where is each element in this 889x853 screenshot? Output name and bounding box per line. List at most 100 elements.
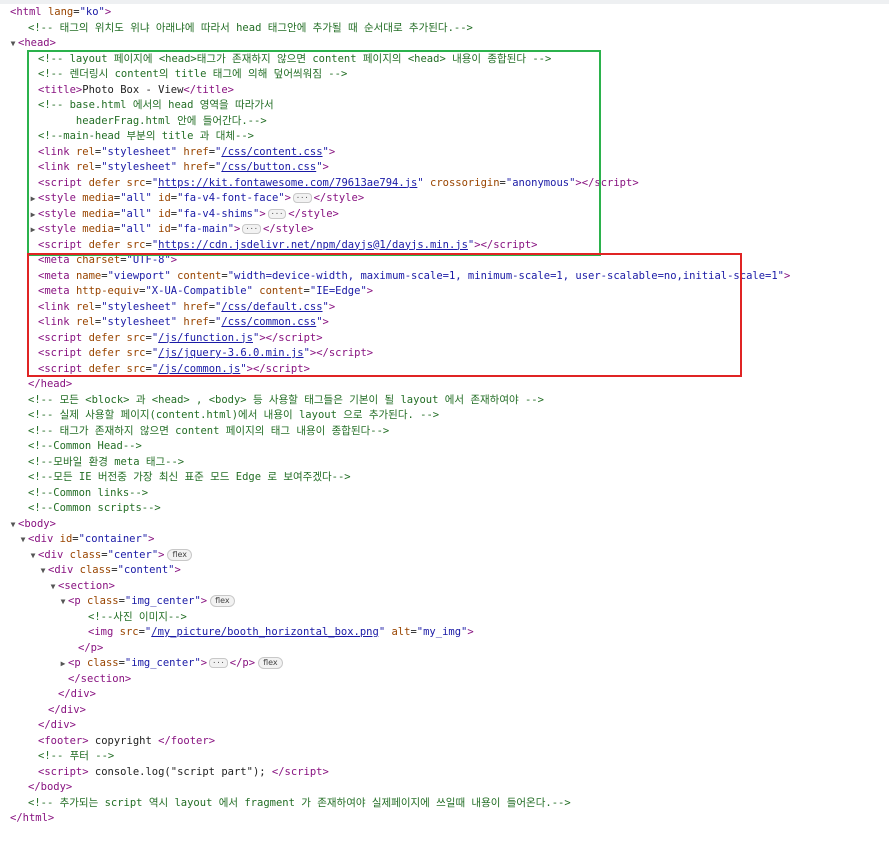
expand-arrow-icon[interactable]: ▼ — [58, 594, 68, 610]
dom-node-text: <script defer src="https://cdn.jsdelivr.… — [38, 238, 538, 251]
dom-node-text: <!-- 푸터 --> — [38, 750, 115, 762]
dom-tree-line[interactable]: <!--Common links--> — [0, 486, 889, 502]
expand-arrow-icon[interactable]: ▼ — [28, 548, 38, 564]
dom-node-text: </html> — [10, 812, 55, 824]
dom-node-text: <!--main-head 부분의 title 과 대체--> — [38, 130, 254, 142]
dom-tree-line[interactable]: <script> console.log("script part"); </s… — [0, 765, 889, 781]
dom-node-text: <!-- 실제 사용할 페이지(content.html)에서 내용이 layo… — [28, 409, 440, 421]
dom-tree-line[interactable]: <!--Common Head--> — [0, 439, 889, 455]
dom-tree-line[interactable]: <!-- 푸터 --> — [0, 749, 889, 765]
dom-tree-line[interactable]: <script defer src="https://kit.fontaweso… — [0, 176, 889, 192]
dom-tree-line[interactable]: <!-- 모든 <block> 과 <head> , <body> 등 사용할 … — [0, 393, 889, 409]
dom-tree-line[interactable]: ▼ <section> — [0, 579, 889, 595]
dom-tree-line[interactable]: </div> — [0, 703, 889, 719]
dom-tree-line[interactable]: ▶ <style media="all" id="fa-main"> ··· </st… — [0, 222, 889, 238]
dom-tree-line[interactable]: <script defer src="/js/jquery-3.6.0.min.… — [0, 346, 889, 362]
dom-tree-line[interactable]: <img src="/my_picture/booth_horizontal_b… — [0, 625, 889, 641]
dom-node-text: <p class="img_center"> flex — [68, 595, 235, 607]
collapse-arrow-icon[interactable]: ▶ — [28, 191, 38, 207]
dom-node-text: <script defer src="/js/function.js"></sc… — [38, 331, 323, 344]
dom-tree-line[interactable]: <link rel="stylesheet" href="/css/defaul… — [0, 300, 889, 316]
dom-node-text: <head> — [18, 37, 56, 49]
dom-tree-line[interactable]: </html> — [0, 811, 889, 827]
collapse-arrow-icon[interactable]: ▶ — [28, 222, 38, 238]
dom-tree-line[interactable]: ▼ <p class="img_center"> flex — [0, 594, 889, 610]
dom-tree-line[interactable]: ▶ <style media="all" id="fa-v4-font-face"… — [0, 191, 889, 207]
collapse-arrow-icon[interactable]: ▶ — [58, 656, 68, 672]
dom-node-text: </body> — [28, 781, 73, 793]
dom-tree-line[interactable]: ▶ <style media="all" id="fa-v4-shims"> ···… — [0, 207, 889, 223]
dom-tree-line[interactable]: <meta charset="UTF-8"> — [0, 253, 889, 269]
dom-tree-line[interactable]: </head> — [0, 377, 889, 393]
dom-tree-line[interactable]: </p> — [0, 641, 889, 657]
dom-tree-line[interactable]: <html lang="ko"> — [0, 5, 889, 21]
dom-node-text: <style media="all" id="fa-main"> ··· </sty… — [38, 223, 314, 235]
dom-tree-line[interactable]: <script defer src="/js/common.js"></scri… — [0, 362, 889, 378]
expand-arrow-icon[interactable]: ▼ — [48, 579, 58, 595]
dom-tree-line[interactable]: <link rel="stylesheet" href="/css/common… — [0, 315, 889, 331]
dom-node-text: </div> — [58, 688, 96, 700]
dom-tree-line[interactable]: ▼ <div class="content"> — [0, 563, 889, 579]
dom-node-text: <script defer src="/js/common.js"></scri… — [38, 362, 310, 375]
dom-tree-line[interactable]: <link rel="stylesheet" href="/css/button… — [0, 160, 889, 176]
dom-tree-line[interactable]: <meta name="viewport" content="width=dev… — [0, 269, 889, 285]
dom-tree-line[interactable]: <title>Photo Box - View</title> — [0, 83, 889, 99]
dom-node-text: <div class="center"> flex — [38, 548, 193, 561]
expand-arrow-icon[interactable]: ▼ — [18, 532, 28, 548]
dom-tree-line[interactable]: <!-- 추가되는 script 역시 layout 에서 fragment 가… — [0, 796, 889, 812]
dom-tree-line[interactable]: <!-- 렌더링시 content의 title 태그에 의해 덮어씌워짐 --… — [0, 67, 889, 83]
expand-arrow-icon[interactable]: ▼ — [8, 517, 18, 533]
dom-tree-line[interactable]: ▶ <p class="img_center"> ··· </p> flex — [0, 656, 889, 672]
dom-node-text: <body> — [18, 517, 56, 530]
dom-tree-line[interactable]: <!-- base.html 에서의 head 영역을 따라가서 — [0, 98, 889, 114]
dom-tree-line[interactable]: </div> — [0, 687, 889, 703]
dom-node-text: <html lang="ko"> — [10, 6, 112, 18]
dom-tree-line[interactable]: <!-- layout 페이지에 <head>태그가 존재하지 않으면 cont… — [0, 52, 889, 68]
dom-node-text: <!--모바일 환경 meta 태그--> — [28, 455, 185, 468]
dom-tree-line[interactable]: <meta http-equiv="X-UA-Compatible" conte… — [0, 284, 889, 300]
dom-node-text: <link rel="stylesheet" href="/css/defaul… — [38, 300, 336, 313]
dom-node-text: <!--Common Head--> — [28, 440, 142, 452]
dom-node-text: <!--사진 이미지--> — [88, 610, 187, 623]
dom-node-text: <!-- 추가되는 script 역시 layout 에서 fragment 가… — [28, 796, 571, 809]
dom-node-text: <div class="content"> — [48, 564, 181, 576]
dom-node-text: headerFrag.html 안에 들어간다.--> — [38, 114, 267, 127]
dom-node-text: <!--Common scripts--> — [28, 502, 161, 514]
dom-node-text: <style media="all" id="fa-v4-shims"> ··· <… — [38, 207, 339, 220]
dom-tree-line[interactable]: <script defer src="https://cdn.jsdelivr.… — [0, 238, 889, 254]
dom-tree-line[interactable]: ▼ <div class="center"> flex — [0, 548, 889, 564]
dom-tree-line[interactable]: ▼ <body> — [0, 517, 889, 533]
dom-tree-line[interactable]: <footer> copyright </footer> — [0, 734, 889, 750]
dom-node-text: <!-- base.html 에서의 head 영역을 따라가서 — [38, 99, 274, 111]
dom-tree-line[interactable]: headerFrag.html 안에 들어간다.--> — [0, 114, 889, 130]
dom-tree-line[interactable]: </section> — [0, 672, 889, 688]
dom-tree-line[interactable]: <!--main-head 부분의 title 과 대체--> — [0, 129, 889, 145]
dom-node-text: <p class="img_center"> ··· </p> flex — [68, 657, 283, 669]
dom-tree-line[interactable]: <!--Common scripts--> — [0, 501, 889, 517]
dom-node-text: <footer> copyright </footer> — [38, 734, 216, 747]
collapse-arrow-icon[interactable]: ▶ — [28, 207, 38, 223]
dom-tree-line[interactable]: </div> — [0, 718, 889, 734]
dom-tree-line[interactable]: ▼ <div id="container"> — [0, 532, 889, 548]
dom-node-text: <!--모든 IE 버전중 가장 최신 표준 모드 Edge 로 보여주겠다--… — [28, 471, 351, 483]
dom-tree-line[interactable]: ▼ <head> — [0, 36, 889, 52]
dom-tree-line[interactable]: <script defer src="/js/function.js"></sc… — [0, 331, 889, 347]
dom-tree-line[interactable]: <!--모바일 환경 meta 태그--> — [0, 455, 889, 471]
dom-node-text: </p> — [78, 641, 104, 654]
expand-arrow-icon[interactable]: ▼ — [8, 36, 18, 52]
dom-node-text: <script> console.log("script part"); </s… — [38, 765, 329, 778]
dom-node-text: <meta http-equiv="X-UA-Compatible" conte… — [38, 285, 374, 297]
dom-node-text: </section> — [68, 672, 132, 685]
dom-node-text: </div> — [48, 703, 86, 716]
dom-tree-line[interactable]: <!-- 태그가 존재하지 않으면 content 페이지의 태그 내용이 종합… — [0, 424, 889, 440]
dom-tree-line[interactable]: <link rel="stylesheet" href="/css/conten… — [0, 145, 889, 161]
dom-tree-line[interactable]: <!--모든 IE 버전중 가장 최신 표준 모드 Edge 로 보여주겠다--… — [0, 470, 889, 486]
expand-arrow-icon[interactable]: ▼ — [38, 563, 48, 579]
dom-tree-line[interactable]: <!-- 실제 사용할 페이지(content.html)에서 내용이 layo… — [0, 408, 889, 424]
dom-node-text: <!-- 렌더링시 content의 title 태그에 의해 덮어씌워짐 --… — [38, 68, 348, 80]
dom-node-text: </div> — [38, 719, 76, 731]
dom-tree-line[interactable]: <!-- 태그의 위치도 위냐 아래냐에 따라서 head 태그안에 추가될 때… — [0, 21, 889, 37]
dom-tree-line[interactable]: <!--사진 이미지--> — [0, 610, 889, 626]
dom-tree-line[interactable]: </body> — [0, 780, 889, 796]
dom-node-text: <script defer src="/js/jquery-3.6.0.min.… — [38, 347, 374, 359]
